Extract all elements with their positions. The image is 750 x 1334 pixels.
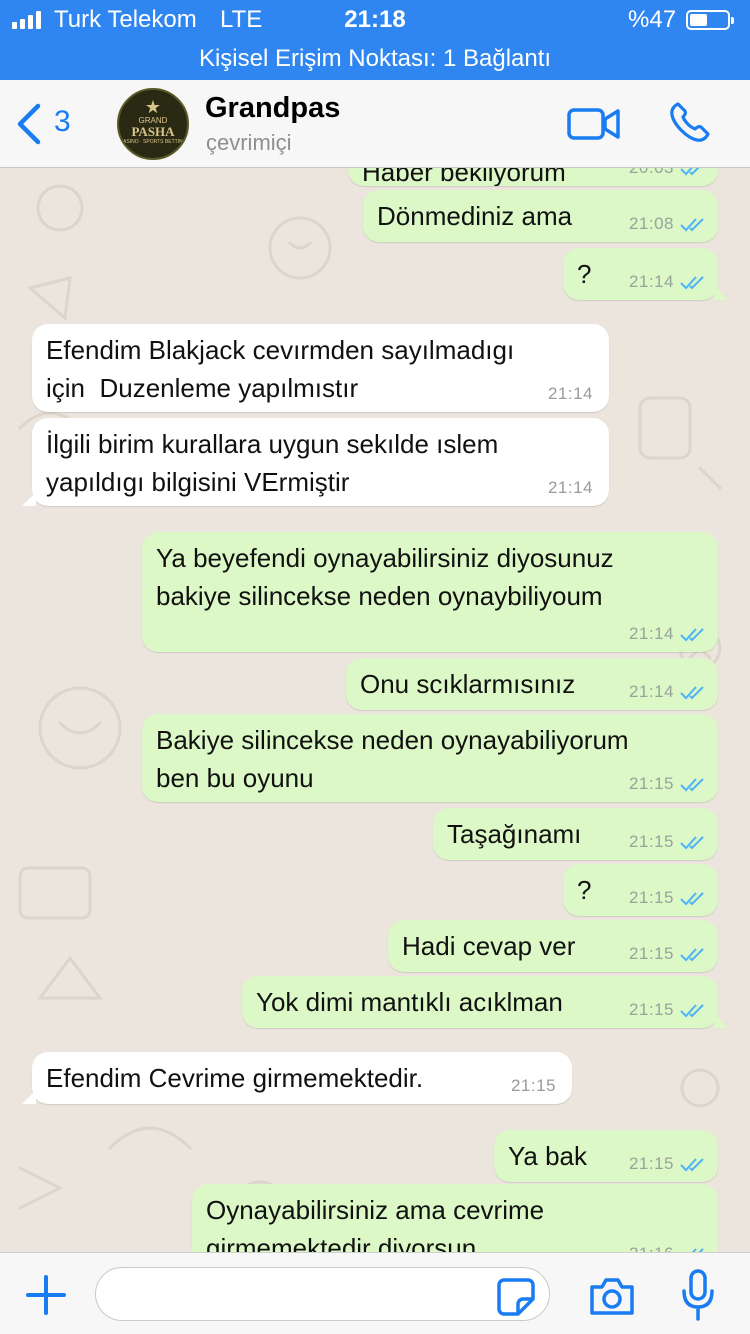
- message-time: 21:15: [628, 1000, 674, 1019]
- microphone-icon[interactable]: [680, 1269, 716, 1321]
- outgoing-message[interactable]: Dönmediniz ama 21:08: [363, 190, 718, 242]
- battery-icon: [686, 10, 734, 30]
- message-text: ?: [577, 875, 592, 905]
- message-time: 21:15: [628, 774, 674, 793]
- chat-area[interactable]: Haber bekliyorum 20:03 Dönmediniz ama 21:08…: [0, 168, 750, 1252]
- message-text: Efendim Blakjack cevırmden sayılmadıgı i…: [46, 335, 515, 403]
- message-text: İlgili birim kurallara uygun sekılde ısl…: [46, 429, 499, 497]
- message-time: 21:15: [510, 1076, 556, 1095]
- incoming-message[interactable]: Efendim Cevrime girmemektedir. 21:15: [22, 1052, 572, 1104]
- outgoing-message[interactable]: Onu scıklarmısınız 21:14: [346, 658, 718, 710]
- message-text: Efendim Cevrime girmemektedir.: [46, 1063, 424, 1093]
- message-time: 21:15: [628, 888, 674, 907]
- message-text: ?: [577, 259, 592, 289]
- camera-icon[interactable]: [588, 1275, 636, 1317]
- hotspot-banner[interactable]: Kişisel Erişim Noktası: 1 Bağlantı: [0, 40, 750, 80]
- read-receipt-icon: [680, 1002, 706, 1018]
- unread-count: 3: [54, 105, 71, 138]
- message-text: Taşağınamı: [447, 819, 582, 849]
- message-time: 21:15: [628, 832, 674, 851]
- read-receipt-icon: [680, 1156, 706, 1172]
- read-receipt-icon: [680, 834, 706, 850]
- message-text: Haber bekliyorum: [362, 168, 566, 186]
- message-text: Oynayabilirsiniz ama cevrime girmemekted…: [206, 1195, 545, 1252]
- avatar-logo-line3: CASINO · SPORTS BETTING: [119, 139, 187, 145]
- message-text: Dönmediniz ama: [377, 201, 573, 231]
- read-receipt-icon: [680, 274, 706, 290]
- outgoing-message[interactable]: Haber bekliyorum 20:03: [348, 168, 718, 186]
- chat-header: 3 ★ GRAND PASHA CASINO · SPORTS BETTING …: [0, 80, 750, 168]
- contact-status: çevrimiçi: [206, 130, 292, 155]
- back-button[interactable]: 3: [14, 102, 84, 146]
- read-receipt-icon: [680, 776, 706, 792]
- message-time: 21:14: [628, 624, 674, 643]
- message-input[interactable]: [95, 1267, 550, 1321]
- outgoing-message[interactable]: Hadi cevap ver 21:15: [388, 920, 718, 972]
- read-receipt-icon: [680, 890, 706, 906]
- message-time: 21:15: [628, 1154, 674, 1173]
- message-text: Ya beyefendi oynayabilirsiniz diyosunuz …: [156, 543, 614, 611]
- avatar-logo-line2: PASHA: [131, 124, 175, 139]
- message-time: 21:14: [628, 682, 674, 701]
- outgoing-message[interactable]: Yok dimi mantıklı acıklman 21:15: [242, 976, 728, 1028]
- avatar[interactable]: ★ GRAND PASHA CASINO · SPORTS BETTING: [117, 88, 189, 160]
- sticker-icon[interactable]: [496, 1277, 536, 1317]
- message-time: 21:14: [547, 384, 593, 403]
- read-receipt-icon: [680, 626, 706, 642]
- message-time: 21:16: [629, 1244, 674, 1252]
- message-text: Onu scıklarmısınız: [360, 669, 576, 699]
- outgoing-message[interactable]: Bakiye silincekse neden oynayabiliyorum …: [142, 714, 718, 802]
- read-receipt-icon: [680, 216, 706, 232]
- message-time: 21:08: [628, 214, 674, 233]
- message-text: Hadi cevap ver: [402, 931, 576, 961]
- outgoing-message[interactable]: Taşağınamı 21:15: [433, 808, 718, 860]
- incoming-message[interactable]: İlgili birim kurallara uygun sekılde ısl…: [22, 418, 609, 506]
- message-text: Yok dimi mantıklı acıklman: [256, 987, 563, 1017]
- video-camera-icon[interactable]: [566, 104, 622, 144]
- message-time: 21:14: [628, 272, 674, 291]
- plus-icon[interactable]: [24, 1273, 68, 1317]
- incoming-message[interactable]: Efendim Blakjack cevırmden sayılmadıgı i…: [32, 324, 609, 412]
- message-time: 21:15: [628, 944, 674, 963]
- outgoing-message[interactable]: Ya beyefendi oynayabilirsiniz diyosunuz …: [142, 532, 718, 652]
- read-receipt-icon: [680, 684, 706, 700]
- outgoing-message[interactable]: Ya bak 21:15: [494, 1130, 718, 1182]
- read-receipt-icon: [680, 168, 706, 176]
- message-time: 20:03: [629, 168, 674, 178]
- message-text: Bakiye silincekse neden oynayabiliyorum …: [156, 725, 629, 793]
- outgoing-message[interactable]: ? 21:14: [563, 248, 728, 300]
- outgoing-message[interactable]: ? 21:15: [563, 864, 718, 916]
- outgoing-message[interactable]: Oynayabilirsiniz ama cevrime girmemekted…: [192, 1184, 718, 1252]
- message-text: Ya bak: [508, 1141, 588, 1171]
- battery-percentage: %47: [628, 6, 677, 33]
- back-chevron-icon: [17, 103, 41, 145]
- phone-icon[interactable]: [668, 100, 712, 144]
- contact-name[interactable]: Grandpas: [205, 92, 340, 125]
- read-receipt-icon: [680, 946, 706, 962]
- status-bar: Turk Telekom LTE 21:18 %47: [0, 0, 750, 40]
- input-bar: [0, 1252, 750, 1334]
- message-time: 21:14: [547, 478, 593, 497]
